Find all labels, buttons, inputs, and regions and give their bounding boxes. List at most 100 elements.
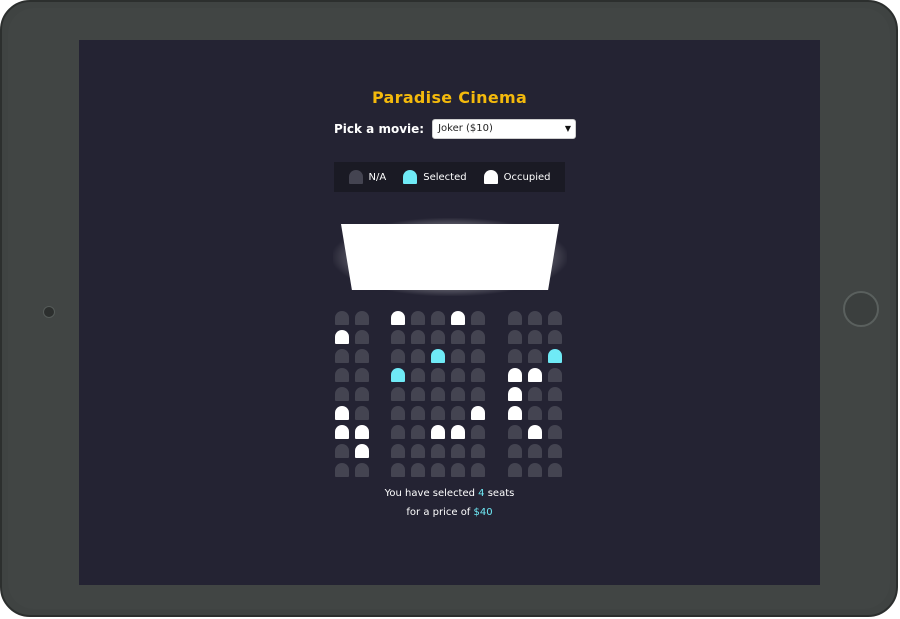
seat-selected[interactable]	[431, 349, 445, 363]
summary-text: seats	[484, 488, 515, 499]
seat-na[interactable]	[391, 444, 405, 458]
seat-na[interactable]	[548, 368, 562, 382]
seat-na[interactable]	[355, 406, 369, 420]
seat-na[interactable]	[411, 349, 425, 363]
seat-na[interactable]	[411, 463, 425, 477]
seat-na[interactable]	[508, 444, 522, 458]
seat-na[interactable]	[548, 406, 562, 420]
seat-na[interactable]	[411, 368, 425, 382]
seat-occupied	[355, 444, 369, 458]
seat-na[interactable]	[335, 463, 349, 477]
seat-na[interactable]	[391, 330, 405, 344]
seat-na[interactable]	[355, 349, 369, 363]
seat-na[interactable]	[411, 406, 425, 420]
seat-occupied	[355, 425, 369, 439]
seat-na[interactable]	[335, 349, 349, 363]
seat-na[interactable]	[391, 349, 405, 363]
seat-na[interactable]	[451, 406, 465, 420]
seat-occupied	[508, 406, 522, 420]
seat-na[interactable]	[548, 425, 562, 439]
seat-selected[interactable]	[548, 349, 562, 363]
movie-select[interactable]: Joker ($10) ▼	[432, 119, 577, 139]
seat-na[interactable]	[431, 463, 445, 477]
seat-na[interactable]	[355, 368, 369, 382]
seat-na[interactable]	[548, 330, 562, 344]
seat-na[interactable]	[335, 444, 349, 458]
seat-na[interactable]	[528, 349, 542, 363]
seat-na[interactable]	[431, 387, 445, 401]
seat-na[interactable]	[355, 387, 369, 401]
seat-na[interactable]	[508, 311, 522, 325]
seat-na[interactable]	[335, 311, 349, 325]
seat-occupied	[471, 406, 485, 420]
total-price: $40	[473, 507, 493, 518]
app-screen: Paradise Cinema Pick a movie: Joker ($10…	[79, 40, 820, 585]
seat-na[interactable]	[528, 463, 542, 477]
seat-na[interactable]	[508, 349, 522, 363]
seat-na[interactable]	[471, 349, 485, 363]
seat-na[interactable]	[528, 406, 542, 420]
seat-selected[interactable]	[391, 368, 405, 382]
seat-na[interactable]	[528, 311, 542, 325]
seat-legend: N/A Selected Occupied	[334, 162, 565, 192]
seat-na[interactable]	[431, 311, 445, 325]
legend-label: Occupied	[503, 171, 551, 183]
cinema-screen	[341, 224, 559, 290]
seat-occupied-icon	[483, 170, 498, 184]
seat-na[interactable]	[508, 330, 522, 344]
seat-selected-icon	[403, 170, 418, 184]
camera-icon	[43, 306, 55, 318]
seat-occupied	[508, 368, 522, 382]
seat-na[interactable]	[548, 387, 562, 401]
seat-na[interactable]	[411, 311, 425, 325]
seat-na[interactable]	[528, 387, 542, 401]
seat-na[interactable]	[508, 425, 522, 439]
seat-na[interactable]	[451, 349, 465, 363]
seat-na[interactable]	[471, 368, 485, 382]
page-title: Paradise Cinema	[371, 88, 528, 107]
seat-na[interactable]	[508, 463, 522, 477]
seat-na[interactable]	[471, 311, 485, 325]
summary-text: for a price of	[406, 507, 474, 518]
seat-na[interactable]	[471, 330, 485, 344]
seat-na[interactable]	[411, 444, 425, 458]
seat-na[interactable]	[528, 330, 542, 344]
seat-na[interactable]	[471, 463, 485, 477]
seat-na[interactable]	[548, 444, 562, 458]
movie-picker: Pick a movie: Joker ($10) ▼	[334, 119, 577, 139]
seat-na[interactable]	[528, 444, 542, 458]
seat-na[interactable]	[431, 406, 445, 420]
seat-na[interactable]	[335, 387, 349, 401]
seat-occupied	[451, 425, 465, 439]
selection-summary: You have selected 4 seats	[79, 488, 820, 499]
seat-occupied	[528, 368, 542, 382]
seat-na[interactable]	[451, 330, 465, 344]
seat-na[interactable]	[548, 311, 562, 325]
home-button[interactable]	[843, 291, 879, 327]
seat-na[interactable]	[391, 463, 405, 477]
seat-na[interactable]	[548, 463, 562, 477]
seat-occupied	[528, 425, 542, 439]
seat-na[interactable]	[471, 444, 485, 458]
seat-na[interactable]	[431, 368, 445, 382]
seat-na[interactable]	[431, 444, 445, 458]
movie-select-value: Joker ($10)	[438, 123, 493, 134]
seat-na[interactable]	[451, 463, 465, 477]
seat-na[interactable]	[451, 387, 465, 401]
seat-na[interactable]	[411, 330, 425, 344]
seat-na[interactable]	[451, 444, 465, 458]
seat-na[interactable]	[431, 330, 445, 344]
seat-na[interactable]	[411, 425, 425, 439]
seat-na[interactable]	[391, 387, 405, 401]
seat-na[interactable]	[335, 368, 349, 382]
seat-na[interactable]	[355, 311, 369, 325]
seat-na[interactable]	[451, 368, 465, 382]
seat-na[interactable]	[391, 425, 405, 439]
legend-item-occupied: Occupied	[483, 170, 551, 184]
seat-na[interactable]	[355, 330, 369, 344]
seat-na[interactable]	[355, 463, 369, 477]
seat-na[interactable]	[471, 387, 485, 401]
seat-na[interactable]	[391, 406, 405, 420]
seat-na[interactable]	[411, 387, 425, 401]
seat-na[interactable]	[471, 425, 485, 439]
